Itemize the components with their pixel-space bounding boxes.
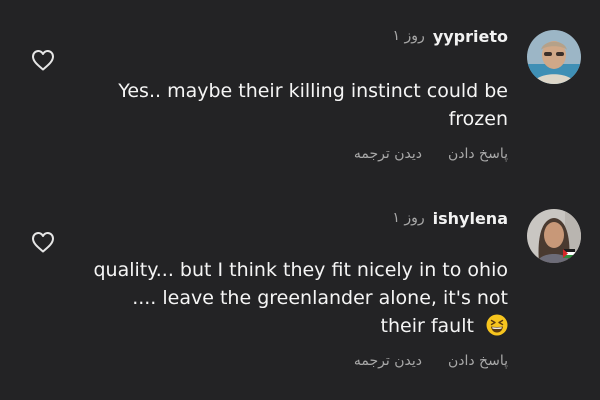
avatar[interactable] [527, 209, 581, 263]
heart-icon[interactable] [31, 231, 55, 253]
emoji-icon [486, 314, 508, 336]
comment-actions: پاسخ دادن دیدن ترجمه [354, 146, 508, 162]
see-translation-button[interactable]: دیدن ترجمه [354, 146, 422, 162]
comment-username[interactable]: yyprieto [433, 27, 508, 46]
comment-item: ۱ روز ishylena quality... but I think th… [0, 190, 600, 400]
comment-actions: پاسخ دادن دیدن ترجمه [354, 353, 508, 369]
comment-username[interactable]: ishylena [433, 209, 508, 228]
comment-text-content: quality... but I think they fit nicely i… [93, 259, 508, 337]
comment-text: Yes.. maybe their killing instinct could… [118, 80, 508, 130]
see-translation-button[interactable]: دیدن ترجمه [354, 353, 422, 369]
reply-button[interactable]: پاسخ دادن [448, 146, 508, 162]
comment-header: ۱ روز ishylena [392, 208, 508, 228]
reply-button[interactable]: پاسخ دادن [448, 353, 508, 369]
comment-item: ۱ روز yyprieto Yes.. maybe their killing… [0, 0, 600, 190]
comment-timestamp: ۱ روز [392, 210, 425, 226]
avatar[interactable] [527, 30, 581, 84]
heart-icon[interactable] [31, 49, 55, 71]
comment-header: ۱ روز yyprieto [393, 26, 508, 46]
comment-text: quality... but I think they fit nicely i… [88, 256, 508, 340]
comment-timestamp: ۱ روز [392, 28, 425, 44]
comments-screen: ۱ روز yyprieto Yes.. maybe their killing… [0, 0, 600, 400]
